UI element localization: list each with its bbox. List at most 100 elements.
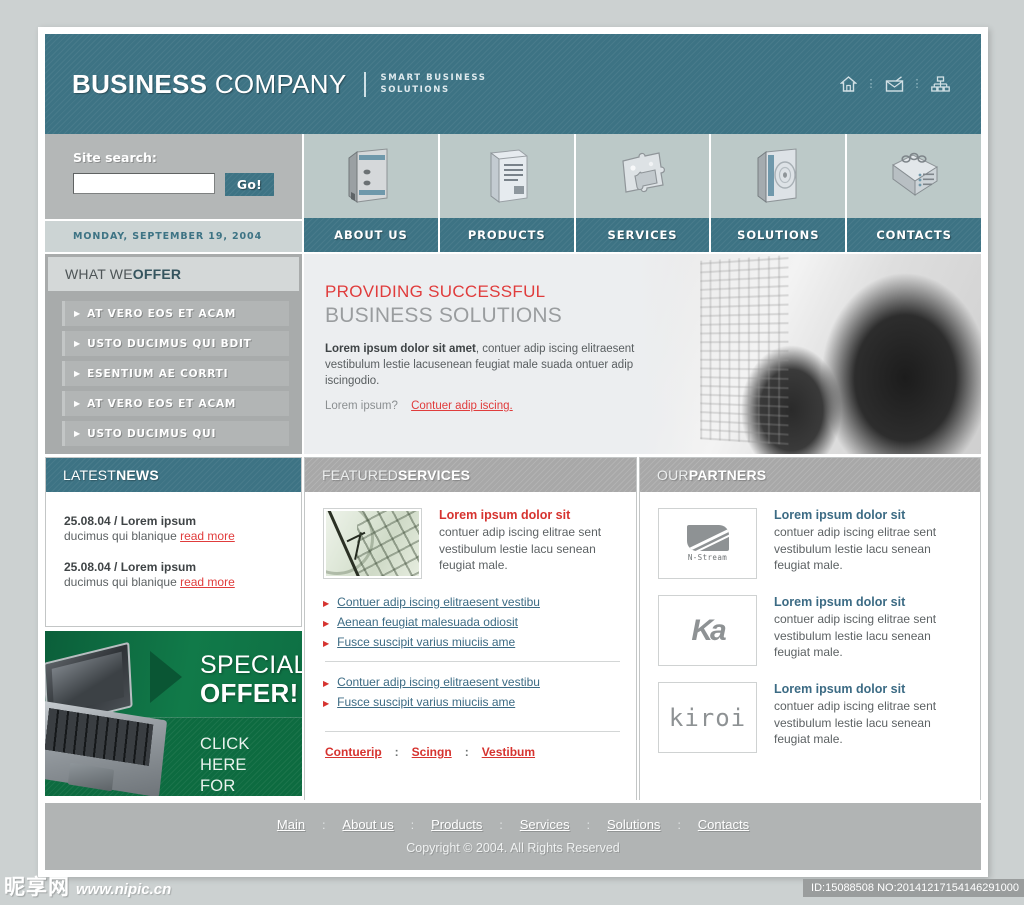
footer-link-services[interactable]: Services <box>520 817 570 832</box>
sitemap-icon[interactable] <box>925 71 955 97</box>
partner-item: kiroi Lorem ipsum dolor sit contuer adip… <box>658 682 966 753</box>
featured-services-title: FEATURED SERVICES <box>305 458 636 492</box>
nav-item-contacts[interactable]: CONTACTS <box>847 134 981 252</box>
featured-link[interactable]: Contuer adip iscing elitraesent vestibu <box>337 675 540 689</box>
offer-item-label: AT VERO EOS ET ACAM <box>87 307 237 320</box>
chevron-right-icon: ▶ <box>74 368 81 378</box>
special-offer-text: SPECIAL OFFER! CLICK HERE FOR DETAILS <box>200 631 302 796</box>
offer-list-item[interactable]: ▶ AT VERO EOS ET ACAM <box>62 301 289 326</box>
link-separator: : <box>464 745 469 759</box>
cd-case-icon <box>757 148 797 203</box>
search-go-button[interactable]: Go! <box>225 173 274 196</box>
section-divider <box>325 661 620 662</box>
n-stream-logo: N-Stream <box>686 525 729 562</box>
news-item-desc: ducimus qui blanique read more <box>64 529 285 543</box>
offer-list-item[interactable]: ▶ ESENTIUM AE CORRTI <box>62 361 289 386</box>
what-we-offer-list: ▶ AT VERO EOS ET ACAM ▶ USTO DUCIMUS QUI… <box>45 291 302 446</box>
news-item-text: ducimus qui blanique <box>64 575 181 589</box>
nav-item-services[interactable]: SERVICES <box>575 134 710 252</box>
bottom-link-1[interactable]: Contuerip <box>325 745 382 759</box>
partner-logo-box[interactable]: N-Stream <box>658 508 757 579</box>
hero-headline-1: PROVIDING SUCCESSFUL <box>325 282 546 301</box>
handshake-photo <box>636 254 981 454</box>
binder-icon <box>348 148 388 203</box>
our-partners-panel: OUR PARTNERS N-Stream Lorem ipsum dolor … <box>639 457 981 802</box>
footer-link-about-us[interactable]: About us <box>342 817 393 832</box>
chevron-right-icon: ▶ <box>74 338 81 348</box>
left-column: LATEST NEWS 25.08.04 / Lorem ipsum ducim… <box>45 457 302 802</box>
footer-separator: : <box>322 817 326 832</box>
nav-label-solutions: SOLUTIONS <box>711 218 846 252</box>
nav-label-about-us: ABOUT US <box>304 218 438 252</box>
footer-link-products[interactable]: Products <box>431 817 482 832</box>
footer-link-main[interactable]: Main <box>277 817 305 832</box>
featured-link[interactable]: Aenean feugiat malesuada odiosit <box>337 615 518 629</box>
current-date: MONDAY, SEPTEMBER 19, 2004 <box>73 231 263 242</box>
page-frame: BUSINESS COMPANY SMART BUSINESS SOLUTION… <box>38 27 988 877</box>
featured-link-row[interactable]: ▶ Contuer adip iscing elitraesent vestib… <box>323 595 622 609</box>
partner-logo-box[interactable]: kiroi <box>658 682 757 753</box>
chevron-right-icon: ▶ <box>323 619 330 628</box>
latest-news-panel: LATEST NEWS 25.08.04 / Lorem ipsum ducim… <box>45 457 302 627</box>
featured-thumbnail[interactable] <box>323 508 422 579</box>
nav-item-about-us[interactable]: ABOUT US <box>304 134 438 252</box>
middle-column: FEATURED SERVICES Lorem ipsum dolor sit … <box>304 457 637 802</box>
special-offer-banner[interactable]: SPECIAL OFFER! CLICK HERE FOR DETAILS <box>45 631 302 796</box>
panel-title-bold: OFFER <box>132 266 182 282</box>
hero-cta-row: Lorem ipsum? Contuer adip iscing. <box>325 400 644 412</box>
calculator-keys <box>357 511 419 576</box>
offer-list-item[interactable]: ▶ USTO DUCIMUS QUI BDIT <box>62 331 289 356</box>
site-logo[interactable]: BUSINESS COMPANY SMART BUSINESS SOLUTION… <box>72 69 486 100</box>
watermark-id-badge: ID:15088508 NO:20141217154146291000 <box>803 879 1024 897</box>
offer-item-label: USTO DUCIMUS QUI <box>87 427 217 440</box>
featured-services-body: Lorem ipsum dolor sit contuer adip iscin… <box>305 492 636 759</box>
featured-link-row[interactable]: ▶ Fusce suscipit varius miuciis ame <box>323 695 622 709</box>
nav-item-solutions[interactable]: SOLUTIONS <box>711 134 846 252</box>
featured-link[interactable]: Fusce suscipit varius miuciis ame <box>337 635 515 649</box>
offer-list-item[interactable]: ▶ USTO DUCIMUS QUI <box>62 421 289 446</box>
bottom-link-2[interactable]: Scingn <box>412 745 452 759</box>
nav-item-products[interactable]: PRODUCTS <box>439 134 574 252</box>
panel-title-bold: PARTNERS <box>688 467 767 483</box>
news-read-more-link[interactable]: read more <box>180 529 235 543</box>
page-content: BUSINESS COMPANY SMART BUSINESS SOLUTION… <box>45 34 981 870</box>
offer-list-item[interactable]: ▶ AT VERO EOS ET ACAM <box>62 391 289 416</box>
offer-item-label: USTO DUCIMUS QUI BDIT <box>87 337 252 350</box>
header-icon-group: ⋮ ⋮ <box>833 71 955 97</box>
featured-link[interactable]: Fusce suscipit varius miuciis ame <box>337 695 515 709</box>
featured-link[interactable]: Contuer adip iscing elitraesent vestibu <box>337 595 540 609</box>
offer-and-hero-row: WHAT WE OFFER ▶ AT VERO EOS ET ACAM ▶ US… <box>45 254 981 454</box>
footer-link-solutions[interactable]: Solutions <box>607 817 660 832</box>
news-item-desc: ducimus qui blanique read more <box>64 575 285 589</box>
partner-desc: contuer adip iscing elitrae sent vestibu… <box>774 525 937 572</box>
mail-icon[interactable] <box>879 71 909 97</box>
footer-navigation: Main : About us : Products : Services : … <box>45 817 981 832</box>
featured-link-row[interactable]: ▶ Fusce suscipit varius miuciis ame <box>323 635 622 649</box>
partner-logo-box[interactable]: Ka <box>658 595 757 666</box>
featured-links-group-1: ▶ Contuer adip iscing elitraesent vestib… <box>323 595 622 649</box>
footer-separator: : <box>677 817 681 832</box>
home-icon[interactable] <box>833 71 863 97</box>
watermark-chinese-text: 昵享网 <box>4 875 70 899</box>
logo-divider <box>364 71 367 97</box>
panel-title-light: OUR <box>657 467 689 483</box>
footer-link-contacts[interactable]: Contacts <box>698 817 749 832</box>
footer-separator: : <box>410 817 415 832</box>
clock-calculator-photo <box>326 511 419 576</box>
news-item-text: ducimus qui blanique <box>64 529 181 543</box>
featured-link-row[interactable]: ▶ Aenean feugiat malesuada odiosit <box>323 615 622 629</box>
what-we-offer-panel: WHAT WE OFFER ▶ AT VERO EOS ET ACAM ▶ US… <box>45 254 302 454</box>
site-header: BUSINESS COMPANY SMART BUSINESS SOLUTION… <box>45 34 981 134</box>
hero-banner: PROVIDING SUCCESSFUL BUSINESS SOLUTIONS … <box>304 254 981 454</box>
nav-icon-cell <box>575 134 710 218</box>
logo-wordmark: BUSINESS COMPANY <box>72 69 346 100</box>
featured-link-row[interactable]: ▶ Contuer adip iscing elitraesent vestib… <box>323 675 622 689</box>
hero-cta-link[interactable]: Contuer adip iscing. <box>411 400 513 412</box>
partner-desc: contuer adip iscing elitrae sent vestibu… <box>774 612 937 659</box>
bottom-link-3[interactable]: Vestibum <box>482 745 535 759</box>
icon-separator-1: ⋮ <box>865 78 877 90</box>
news-read-more-link[interactable]: read more <box>180 575 235 589</box>
search-input[interactable] <box>73 173 215 194</box>
laptop-photo <box>45 641 171 796</box>
chevron-right-icon: ▶ <box>74 308 81 318</box>
